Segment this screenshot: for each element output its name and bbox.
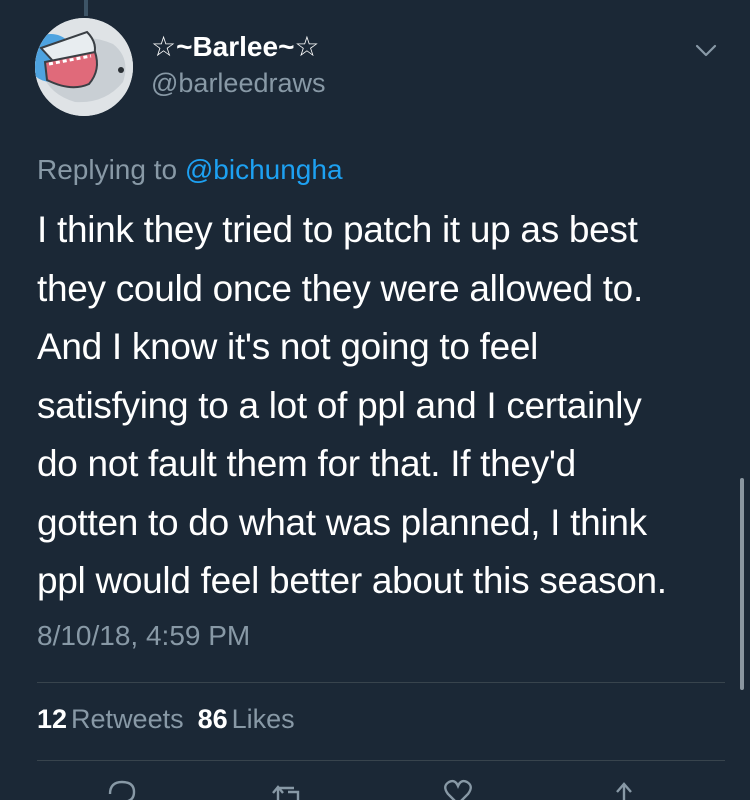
avatar-image: [35, 18, 133, 116]
share-icon[interactable]: [606, 776, 642, 800]
retweets-stat[interactable]: 12 Retweets: [37, 704, 184, 734]
retweets-label: Retweets: [71, 704, 184, 734]
reply-icon[interactable]: [104, 776, 140, 800]
likes-count: 86: [197, 704, 228, 734]
tweet-text: I think they tried to patch it up as bes…: [37, 209, 667, 601]
replying-to-label: Replying to: [37, 154, 178, 185]
author-handle[interactable]: @barleedraws: [151, 68, 326, 99]
likes-stat[interactable]: 86 Likes: [198, 704, 295, 734]
heart-icon[interactable]: [440, 776, 476, 800]
stats-divider-bottom: [37, 760, 725, 761]
avatar[interactable]: [35, 18, 133, 116]
replying-to-line: Replying to @bichungha: [37, 154, 343, 186]
author-display-name[interactable]: ☆~Barlee~☆: [151, 30, 320, 63]
reply-mention-link[interactable]: @bichungha: [185, 154, 343, 185]
tweet-timestamp[interactable]: 8/10/18, 4:59 PM: [37, 620, 250, 652]
stats-divider-top: [37, 682, 725, 683]
thread-connector-line: [84, 0, 88, 16]
likes-label: Likes: [231, 704, 295, 734]
scrollbar[interactable]: [740, 478, 744, 690]
engagement-stats: 12 Retweets 86 Likes: [37, 704, 295, 735]
retweets-count: 12: [37, 704, 68, 734]
chevron-down-icon[interactable]: [692, 38, 720, 62]
retweet-icon[interactable]: [268, 776, 304, 800]
